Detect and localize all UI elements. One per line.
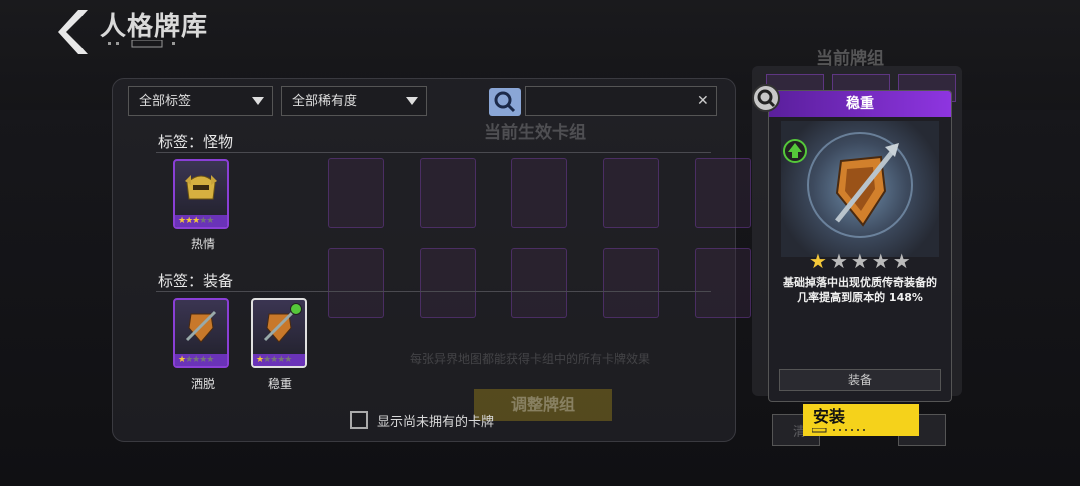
card-name: 稳重 <box>267 377 292 391</box>
ghost-card <box>603 248 659 318</box>
section-divider <box>156 291 711 292</box>
detail-description: 基础掉落中出现优质传奇装备的几率提高到原本的 148% <box>783 276 937 304</box>
current-deck-title: 当前牌组 <box>816 49 884 69</box>
search-button[interactable] <box>489 88 521 116</box>
ghost-card <box>420 158 476 228</box>
ghost-card <box>420 248 476 318</box>
tag-filter-select[interactable]: 全部标签 <box>128 86 273 116</box>
tag-filter-value: 全部标签 <box>139 94 192 109</box>
active-deck-ghost-title: 当前生效卡组 <box>484 123 586 143</box>
section-label-monster: 标签：怪物 <box>158 133 234 151</box>
search-input[interactable] <box>525 86 717 116</box>
ghost-hint-text: 每张异界地图都能获得卡组中的所有卡牌效果 <box>410 352 651 366</box>
show-unowned-label: 显示尚未拥有的卡牌 <box>377 415 495 430</box>
zoom-button[interactable] <box>752 84 780 112</box>
ghost-card <box>328 158 384 228</box>
ghost-card <box>603 158 659 228</box>
upgrade-available-icon <box>290 303 302 315</box>
detail-tag: 装备 <box>779 369 941 391</box>
ghost-card <box>695 248 751 318</box>
golden-helmet-icon <box>185 175 217 200</box>
title-decoration <box>108 40 175 48</box>
button-decoration <box>812 428 865 433</box>
chevron-down-icon <box>406 97 418 105</box>
card-carefree[interactable]: ★★★★★ <box>173 298 229 368</box>
card-name: 洒脱 <box>190 377 215 391</box>
card-detail-popup: 稳重 ★★★★★ 基础掉落中出现优质传奇装备的几率提高到原本的 148% 装备 <box>768 90 952 402</box>
page-title: 人格牌库 <box>100 12 209 42</box>
detail-star-rating: ★★★★★ <box>809 249 914 273</box>
magnifier-icon <box>757 89 776 108</box>
section-divider <box>156 152 711 153</box>
armor-shield-icon <box>185 310 217 343</box>
card-name: 热情 <box>190 237 215 251</box>
clear-search-icon[interactable]: ✕ <box>697 93 709 109</box>
back-chevron-icon[interactable] <box>52 8 92 56</box>
ghost-card <box>328 248 384 318</box>
card-passion[interactable]: ★★★★★ <box>173 159 229 229</box>
search-icon <box>494 91 516 113</box>
detail-title: 稳重 <box>769 91 951 117</box>
ghost-card <box>511 248 567 318</box>
section-label-equipment: 标签：装备 <box>158 272 234 290</box>
ghost-card <box>695 158 751 228</box>
card-steady[interactable]: ★★★★★ <box>251 298 307 368</box>
star-rating: ★★★★★ <box>175 215 227 227</box>
rarity-filter-value: 全部稀有度 <box>292 94 358 109</box>
upgrade-arrow-icon <box>783 139 807 163</box>
ghost-card <box>511 158 567 228</box>
star-rating: ★★★★★ <box>175 354 227 366</box>
rarity-filter-select[interactable]: 全部稀有度 <box>281 86 427 116</box>
star-rating: ★★★★★ <box>253 354 305 366</box>
show-unowned-checkbox[interactable] <box>350 411 368 429</box>
chevron-down-icon <box>252 97 264 105</box>
ghost-adjust-deck-button: 调整牌组 <box>474 389 612 421</box>
